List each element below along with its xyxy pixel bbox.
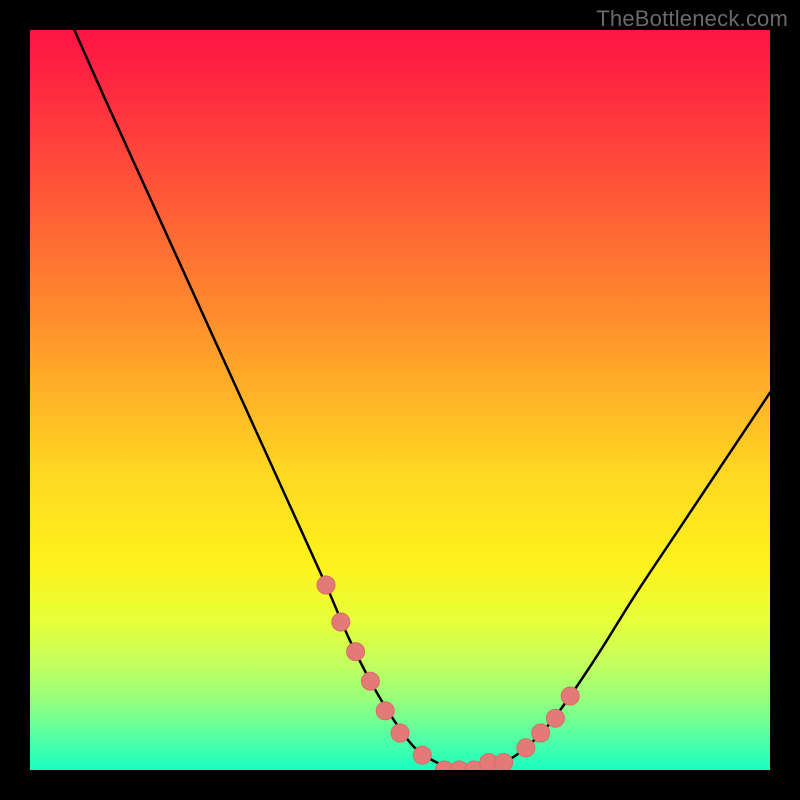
marker-point <box>391 724 409 742</box>
marker-point <box>317 576 335 594</box>
marker-point <box>561 687 579 705</box>
marker-point <box>347 643 365 661</box>
marker-point <box>546 709 564 727</box>
plot-area <box>30 30 770 770</box>
marker-point <box>532 724 550 742</box>
watermark-text: TheBottleneck.com <box>596 6 788 32</box>
bottleneck-curve <box>74 30 770 770</box>
curve-svg <box>30 30 770 770</box>
marker-point <box>376 702 394 720</box>
marker-point <box>517 739 535 757</box>
marker-point <box>413 746 431 764</box>
chart-frame: TheBottleneck.com <box>0 0 800 800</box>
marker-point <box>495 754 513 770</box>
marker-point <box>361 672 379 690</box>
marker-group <box>317 576 579 770</box>
marker-point <box>332 613 350 631</box>
